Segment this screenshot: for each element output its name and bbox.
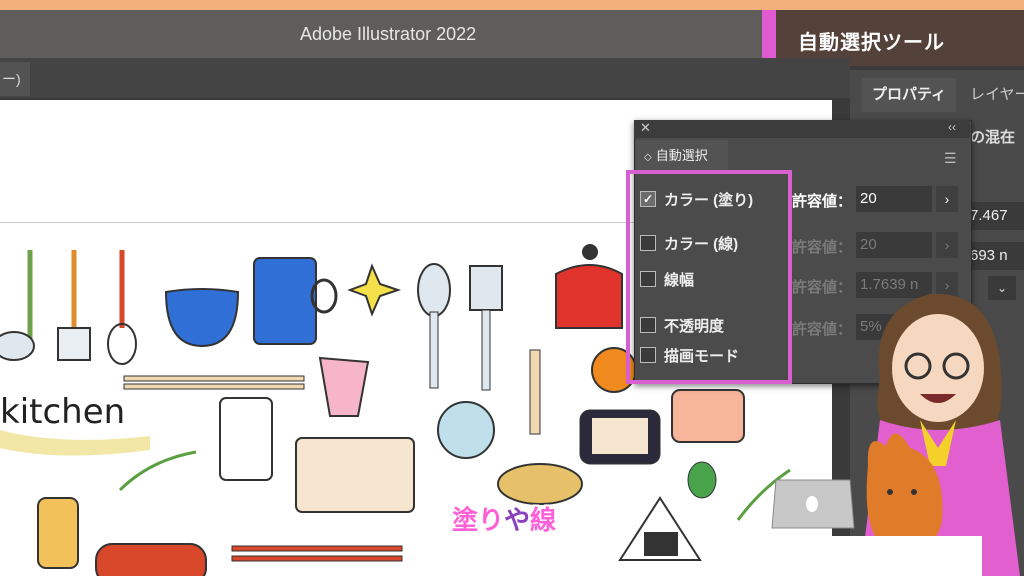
bowl-icon — [164, 288, 240, 348]
butter-dish-icon — [579, 409, 661, 465]
app-title: Adobe Illustrator 2022 — [300, 24, 477, 44]
caption-part-stroke: 線 — [530, 505, 557, 535]
caption-part-fill: 塗り — [452, 505, 505, 535]
laptop-icon — [771, 479, 855, 529]
tool-name: 自動選択ツール — [798, 32, 945, 54]
paper-towel-icon — [219, 397, 273, 481]
ladles-icon — [0, 250, 137, 365]
pot-icon — [671, 389, 745, 443]
document-tab-bar — [0, 58, 850, 98]
spatula-icon — [529, 349, 541, 435]
x-field[interactable]: 7.467 — [966, 202, 1024, 230]
stroke-tolerance-input[interactable]: 20 — [856, 232, 932, 258]
bottle-icon — [37, 497, 79, 569]
spoon-icon — [417, 263, 503, 391]
bun-icon — [497, 463, 583, 505]
options-highlight-box — [626, 170, 792, 384]
presenter-avatar-illustration — [860, 293, 1020, 576]
opacity-tolerance-label: 許容値： — [792, 321, 853, 338]
desk-panel — [756, 536, 982, 576]
stroke-tolerance-label: 許容値： — [792, 239, 853, 256]
casserole-icon — [95, 543, 207, 576]
y-field[interactable]: 693 n — [966, 242, 1024, 270]
section-label: の混在 — [970, 129, 1016, 146]
tab-label: 自動選択 — [655, 148, 708, 163]
fill-tolerance-label: 許容値： — [792, 193, 853, 210]
document-tab[interactable]: ー) — [0, 62, 30, 96]
top-strip — [0, 0, 1024, 10]
kitchen-highlight — [0, 430, 150, 456]
fill-tolerance-input[interactable]: 20 — [856, 186, 932, 212]
stroke-tolerance-arrow-icon[interactable]: › — [936, 232, 958, 258]
panel-header[interactable] — [634, 120, 970, 138]
panel-menu-icon[interactable]: ☰ — [944, 150, 957, 167]
tab-magic-wand[interactable]: ◇ 自動選択 — [636, 140, 728, 172]
collapse-icon[interactable]: ‹‹ — [948, 120, 956, 134]
caption-fill-or-stroke: 塗りや線 — [452, 500, 556, 537]
onigiri-icon — [618, 496, 702, 561]
kitchen-text: kitchen — [0, 392, 126, 432]
fill-tolerance-arrow-icon[interactable]: › — [936, 186, 958, 212]
tab-layers[interactable]: レイヤー — [960, 78, 1024, 112]
kettle-icon — [555, 244, 623, 329]
cutting-board-icon — [295, 437, 415, 513]
close-icon[interactable]: ✕ — [640, 120, 651, 136]
mug-icon — [253, 257, 338, 345]
cup-icon — [318, 356, 370, 417]
plate-icon — [437, 401, 495, 459]
weight-tolerance-label: 許容値： — [792, 279, 853, 296]
tab-properties[interactable]: プロパティ — [862, 78, 956, 112]
star-icon — [347, 263, 402, 317]
caption-part-or: や — [504, 505, 531, 535]
tab-arrows-icon: ◇ — [644, 152, 652, 163]
